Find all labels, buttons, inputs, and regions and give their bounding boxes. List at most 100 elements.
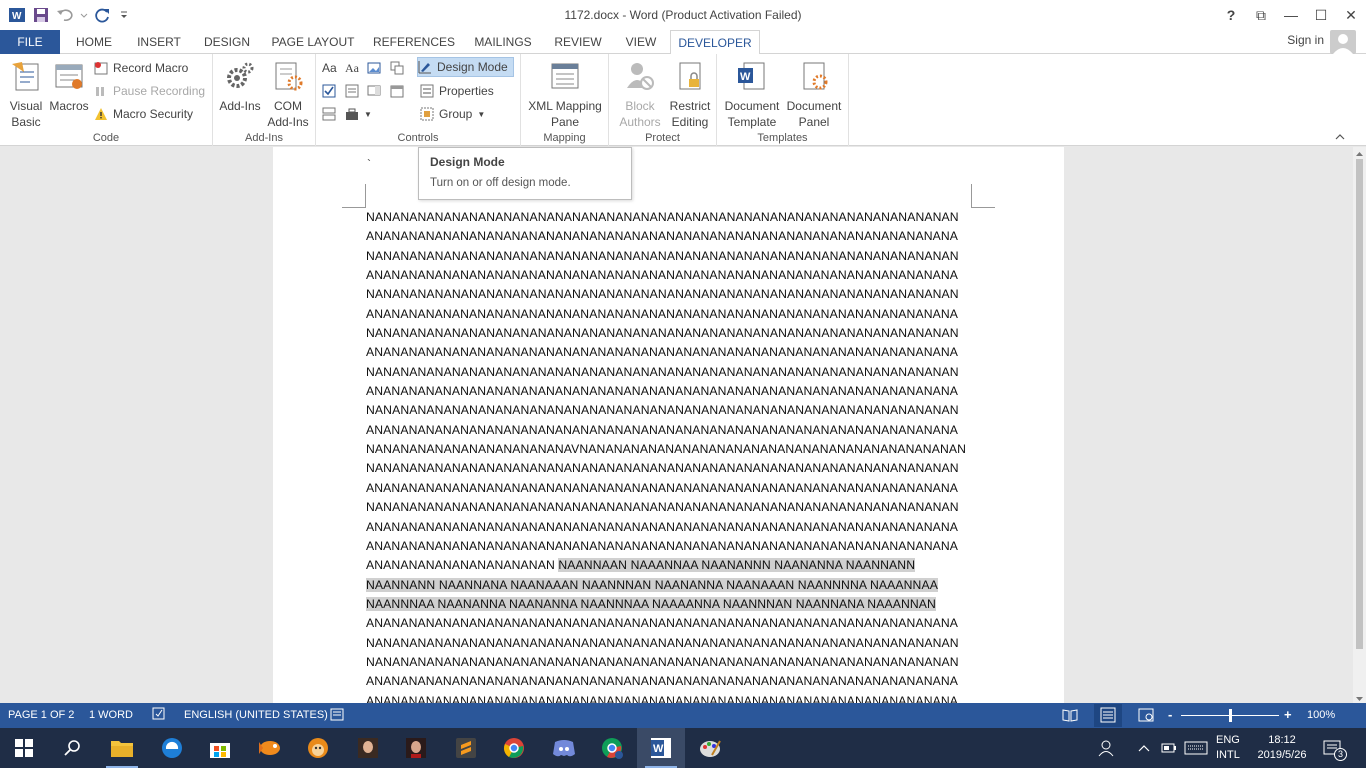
- tab-design[interactable]: DESIGN: [198, 30, 256, 54]
- scrollbar-thumb[interactable]: [1356, 159, 1363, 649]
- building-block-gallery-button[interactable]: [390, 58, 404, 78]
- document-line[interactable]: ANANANANANANANANANANANANANANANANANANANAN…: [366, 305, 971, 324]
- add-ins-button[interactable]: Add-Ins: [217, 58, 263, 114]
- portrait-app-1-taskbar-icon[interactable]: [344, 728, 392, 768]
- language-indicator[interactable]: ENGLISH (UNITED STATES): [184, 709, 328, 721]
- document-line[interactable]: ANANANANANANANANANANANANANANANANANANANAN…: [366, 421, 971, 440]
- restrict-editing-button[interactable]: Restrict Editing: [667, 58, 713, 130]
- document-line[interactable]: ANANANANANANANANANANANANANANANANANANANAN…: [366, 479, 971, 498]
- vertical-scrollbar[interactable]: [1353, 147, 1366, 703]
- zoom-out-button[interactable]: -: [1168, 707, 1172, 722]
- keyboard-icon[interactable]: [1184, 728, 1208, 768]
- picture-content-control-button[interactable]: [367, 58, 381, 78]
- macro-recording-icon[interactable]: [330, 708, 344, 724]
- tab-file[interactable]: FILE: [0, 30, 60, 54]
- document-line[interactable]: NANANANANANANANANANANANANANANANANANANANA…: [366, 247, 971, 266]
- group-button[interactable]: Group ▼: [420, 104, 485, 124]
- plain-text-content-control-button[interactable]: Aa: [345, 58, 359, 78]
- document-line[interactable]: ANANANANANANANANANANANANANANANANANANANAN…: [366, 692, 971, 703]
- maximize-button[interactable]: ☐: [1306, 0, 1336, 30]
- tab-view[interactable]: VIEW: [618, 30, 664, 54]
- zoom-in-button[interactable]: +: [1284, 707, 1292, 722]
- help-button[interactable]: ?: [1216, 0, 1246, 30]
- document-line[interactable]: ANANANANANANANANANANANANANANANANANANANAN…: [366, 537, 971, 556]
- close-button[interactable]: ✕: [1336, 0, 1366, 30]
- checkbox-content-control-button[interactable]: [322, 81, 336, 101]
- visual-basic-button[interactable]: Visual Basic: [6, 58, 46, 130]
- sublime-text-taskbar-icon[interactable]: [442, 728, 490, 768]
- read-mode-icon[interactable]: [1062, 708, 1078, 725]
- tab-page-layout[interactable]: PAGE LAYOUT: [268, 30, 358, 54]
- chrome-canary-taskbar-icon[interactable]: [588, 728, 636, 768]
- document-line[interactable]: NANANANANANANANANANANANANANANANANANANANA…: [366, 498, 971, 517]
- paint-taskbar-icon[interactable]: [686, 728, 734, 768]
- show-hidden-icons-icon[interactable]: [1138, 728, 1150, 768]
- document-panel-button[interactable]: Document Panel: [783, 58, 845, 130]
- zoom-level[interactable]: 100%: [1307, 709, 1335, 721]
- drop-down-list-content-control-button[interactable]: [367, 81, 381, 101]
- xml-mapping-pane-button[interactable]: XML Mapping Pane: [523, 58, 607, 130]
- document-line[interactable]: ANANANANANANANANANANANANANANANANANANANAN…: [366, 672, 971, 691]
- document-line[interactable]: ANANANANANANANANANANANANANANANANANANANAN…: [366, 266, 971, 285]
- zoom-slider[interactable]: [1181, 709, 1279, 722]
- document-line[interactable]: NANANANANANANANANANANANANANANANANANANANA…: [366, 324, 971, 343]
- chrome-taskbar-icon[interactable]: [490, 728, 538, 768]
- document-line[interactable]: ANANANANANANANANANANANANANANANANANANANAN…: [366, 227, 971, 246]
- discord-taskbar-icon[interactable]: [540, 728, 588, 768]
- ribbon-display-options-button[interactable]: ⧉: [1246, 0, 1276, 30]
- action-center-icon[interactable]: 3: [1322, 728, 1347, 768]
- page-count[interactable]: PAGE 1 OF 2: [8, 709, 74, 721]
- portrait-app-2-taskbar-icon[interactable]: [392, 728, 440, 768]
- selected-text[interactable]: NAANNANN NAANNANA NAANAAAN NAANNNAN NAAN…: [366, 577, 938, 592]
- collapse-ribbon-icon[interactable]: [1334, 131, 1346, 143]
- document-template-button[interactable]: W Document Template: [721, 58, 783, 130]
- combo-box-content-control-button[interactable]: [345, 81, 359, 101]
- people-icon[interactable]: [1098, 728, 1116, 768]
- clock[interactable]: 18:12 2019/5/26: [1254, 728, 1310, 768]
- rich-text-content-control-button[interactable]: Aa: [322, 58, 337, 78]
- document-line[interactable]: NANANANANANANANANANANANANANANANANANANANA…: [366, 459, 971, 478]
- document-line[interactable]: NAANNNAA NAANANNA NAANANNA NAANNNAA NAAA…: [366, 595, 971, 614]
- document-line[interactable]: ANANANANANANANANANANANANANANANANANANANAN…: [366, 614, 971, 633]
- tab-references[interactable]: REFERENCES: [372, 30, 456, 54]
- sign-in-link[interactable]: Sign in: [1287, 33, 1324, 47]
- edge-taskbar-icon[interactable]: [148, 728, 196, 768]
- input-language[interactable]: ENG INTL: [1216, 728, 1240, 768]
- scroll-down-icon[interactable]: [1355, 692, 1364, 701]
- document-line[interactable]: NANANANANANANANANANANANANANANANANANANANA…: [366, 401, 971, 420]
- document-line[interactable]: ANANANANANANANANANANANANANANANANANANANAN…: [366, 518, 971, 537]
- tab-home[interactable]: HOME: [68, 30, 120, 54]
- search-button[interactable]: [48, 728, 96, 768]
- design-mode-button[interactable]: Design Mode: [417, 57, 514, 77]
- store-taskbar-icon[interactable]: [196, 728, 244, 768]
- legacy-tools-button[interactable]: ▼: [345, 104, 372, 124]
- battery-icon[interactable]: [1161, 728, 1177, 768]
- avatar[interactable]: [1330, 30, 1356, 54]
- macro-security-button[interactable]: Macro Security: [94, 104, 193, 124]
- record-macro-button[interactable]: Record Macro: [94, 58, 188, 78]
- monkey-app-taskbar-icon[interactable]: [294, 728, 342, 768]
- com-add-ins-button[interactable]: COM Add-Ins: [265, 58, 311, 130]
- proofing-icon[interactable]: [152, 707, 168, 724]
- document-line[interactable]: NANANANANANANANANANANANANANANANANANANANA…: [366, 208, 971, 227]
- document-line[interactable]: NANANANANANANANANANANANANANANANANANANANA…: [366, 634, 971, 653]
- date-picker-content-control-button[interactable]: [390, 81, 404, 101]
- tab-mailings[interactable]: MAILINGS: [468, 30, 538, 54]
- document-line[interactable]: NANANANANANANANANANANANANANANANANANANANA…: [366, 653, 971, 672]
- document-line[interactable]: NAANNANN NAANNANA NAANAAAN NAANNNAN NAAN…: [366, 576, 971, 595]
- document-page[interactable]: ` NANANANANANANANANANANANANANANANANANANA…: [273, 147, 1064, 703]
- zoom-slider-thumb[interactable]: [1228, 709, 1232, 722]
- tab-insert[interactable]: INSERT: [132, 30, 186, 54]
- repeating-section-content-control-button[interactable]: [322, 104, 336, 124]
- document-line[interactable]: NANANANANANANANANANANANAVNANANANANANANAN…: [366, 440, 971, 459]
- selected-text[interactable]: NAANNAAN NAAANNAA NAANANNN NAANANNA NAAN…: [558, 558, 916, 573]
- start-button[interactable]: [0, 728, 48, 768]
- document-line[interactable]: NANANANANANANANANANANANANANANANANANANANA…: [366, 363, 971, 382]
- selected-text[interactable]: NAANNNAA NAANANNA NAANANNA NAANNNAA NAAA…: [366, 596, 936, 611]
- document-line[interactable]: ANANANANANANANANANANAN NAANNAAN NAAANNAA…: [366, 556, 971, 575]
- pause-recording-button[interactable]: Pause Recording: [94, 81, 205, 101]
- minimize-button[interactable]: —: [1276, 0, 1306, 30]
- document-line[interactable]: ANANANANANANANANANANANANANANANANANANANAN…: [366, 343, 971, 362]
- web-layout-icon[interactable]: [1138, 708, 1154, 725]
- properties-button[interactable]: Properties: [420, 81, 494, 101]
